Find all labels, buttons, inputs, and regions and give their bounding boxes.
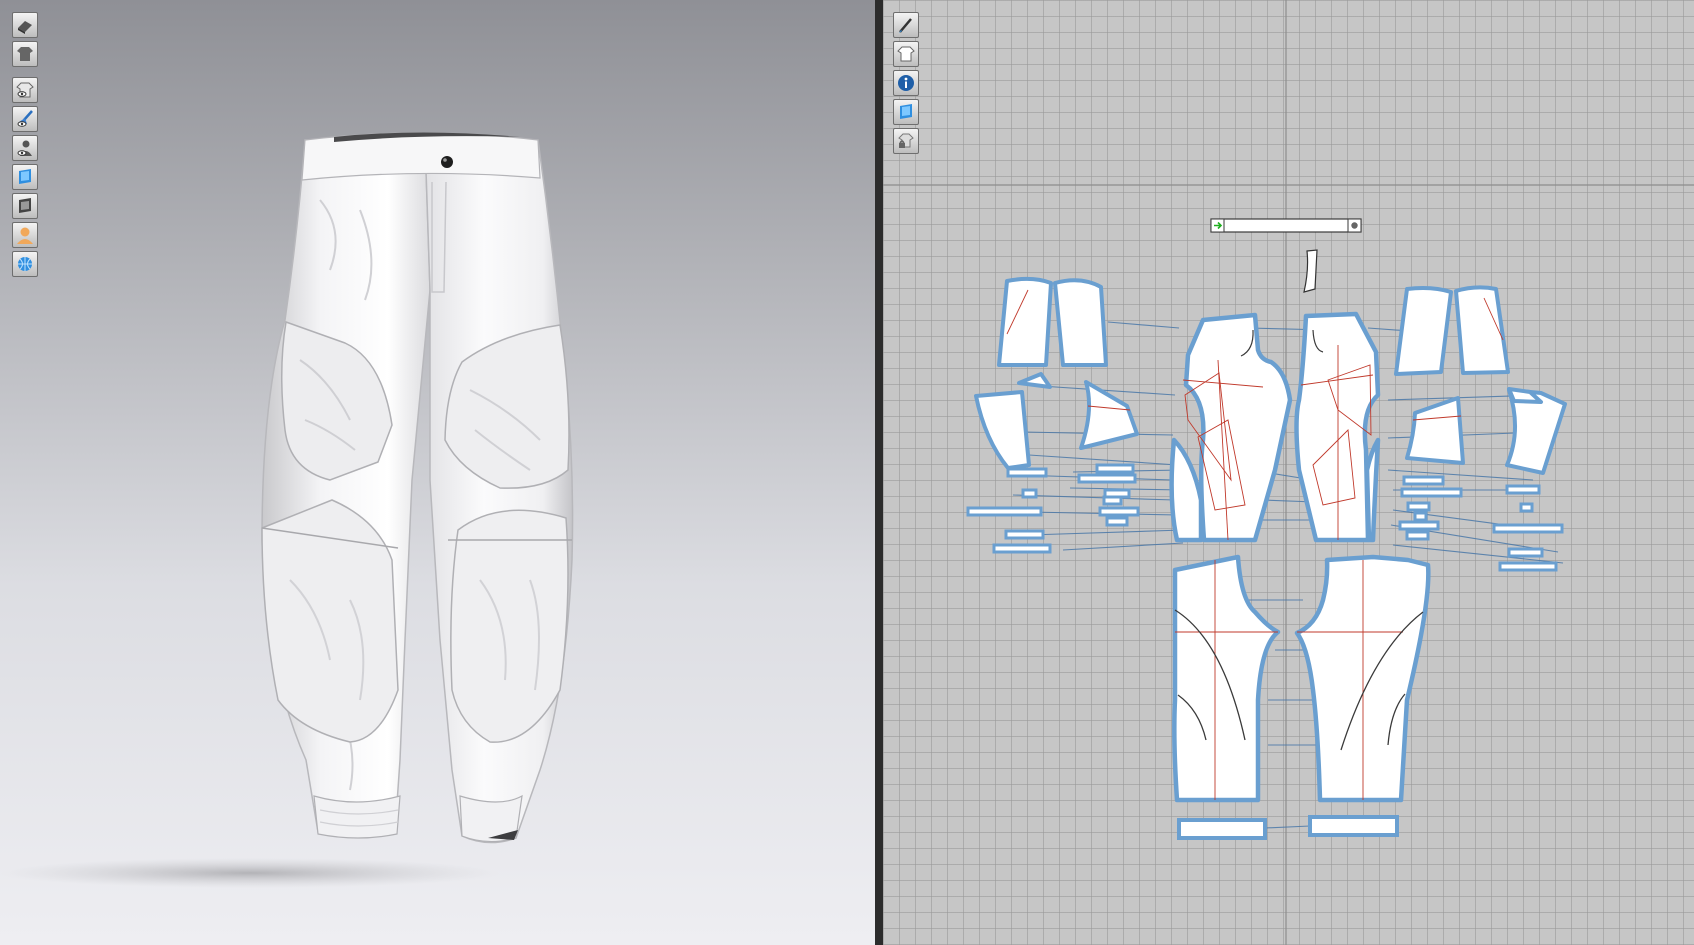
3d-toolbar — [12, 12, 38, 280]
left-lower-cargo-pocket — [261, 499, 399, 743]
info-icon[interactable] — [893, 70, 919, 96]
fly-tab-piece[interactable] — [1303, 249, 1318, 293]
lock-pattern-icon[interactable] — [893, 128, 919, 154]
left-back-pocket-b[interactable] — [1053, 278, 1108, 367]
2d-toolbar — [893, 12, 919, 157]
left-cuff — [313, 795, 401, 839]
show-avatar-icon[interactable] — [12, 135, 38, 161]
3d-garment-render[interactable] — [0, 0, 875, 945]
left-cuff-piece[interactable] — [1177, 818, 1267, 840]
right-strip-pieces[interactable] — [1398, 475, 1564, 572]
2d-pattern-window[interactable] — [883, 0, 1694, 945]
left-pocket-flap-small[interactable] — [1017, 372, 1052, 389]
show-pin-icon[interactable] — [12, 106, 38, 132]
right-back-pocket-b[interactable] — [1454, 285, 1510, 375]
avatar-skin-icon[interactable] — [12, 222, 38, 248]
right-back-pocket-a[interactable] — [1394, 286, 1453, 376]
right-side-pocket-a[interactable] — [1405, 396, 1465, 465]
shaded-surface-icon[interactable] — [12, 193, 38, 219]
2d-pattern-canvas[interactable] — [883, 0, 1694, 945]
right-front-side-panel[interactable] — [1364, 437, 1381, 543]
3d-garment-window[interactable] — [0, 0, 875, 945]
texture-surface-icon[interactable] — [12, 164, 38, 190]
left-side-pocket-a[interactable] — [974, 390, 1031, 470]
front-panels[interactable] — [1169, 311, 1381, 543]
pattern-display-icon[interactable] — [893, 41, 919, 67]
show-garment-icon[interactable] — [12, 77, 38, 103]
waistband-piece[interactable] — [1210, 218, 1362, 233]
pattern-pieces-right[interactable] — [1394, 285, 1567, 475]
left-back-pocket-a[interactable] — [997, 276, 1053, 367]
left-front-side-panel[interactable] — [1169, 437, 1204, 543]
right-front-panel[interactable] — [1294, 311, 1381, 543]
pattern-pieces-left[interactable] — [974, 276, 1139, 470]
avatar-display-icon[interactable] — [12, 12, 38, 38]
back-panels[interactable] — [1172, 554, 1431, 803]
edit-pattern-icon[interactable] — [893, 12, 919, 38]
right-cuff-piece[interactable] — [1308, 815, 1399, 837]
waist-button[interactable] — [441, 156, 453, 168]
left-strip-pieces[interactable] — [966, 463, 1140, 554]
viewport-divider[interactable] — [875, 0, 883, 945]
texture-view-icon[interactable] — [893, 99, 919, 125]
pants-3d-model[interactable] — [261, 132, 574, 844]
mesh-wireframe-icon[interactable] — [12, 251, 38, 277]
garment-display-icon[interactable] — [12, 41, 38, 67]
floor-shadow — [0, 858, 500, 888]
